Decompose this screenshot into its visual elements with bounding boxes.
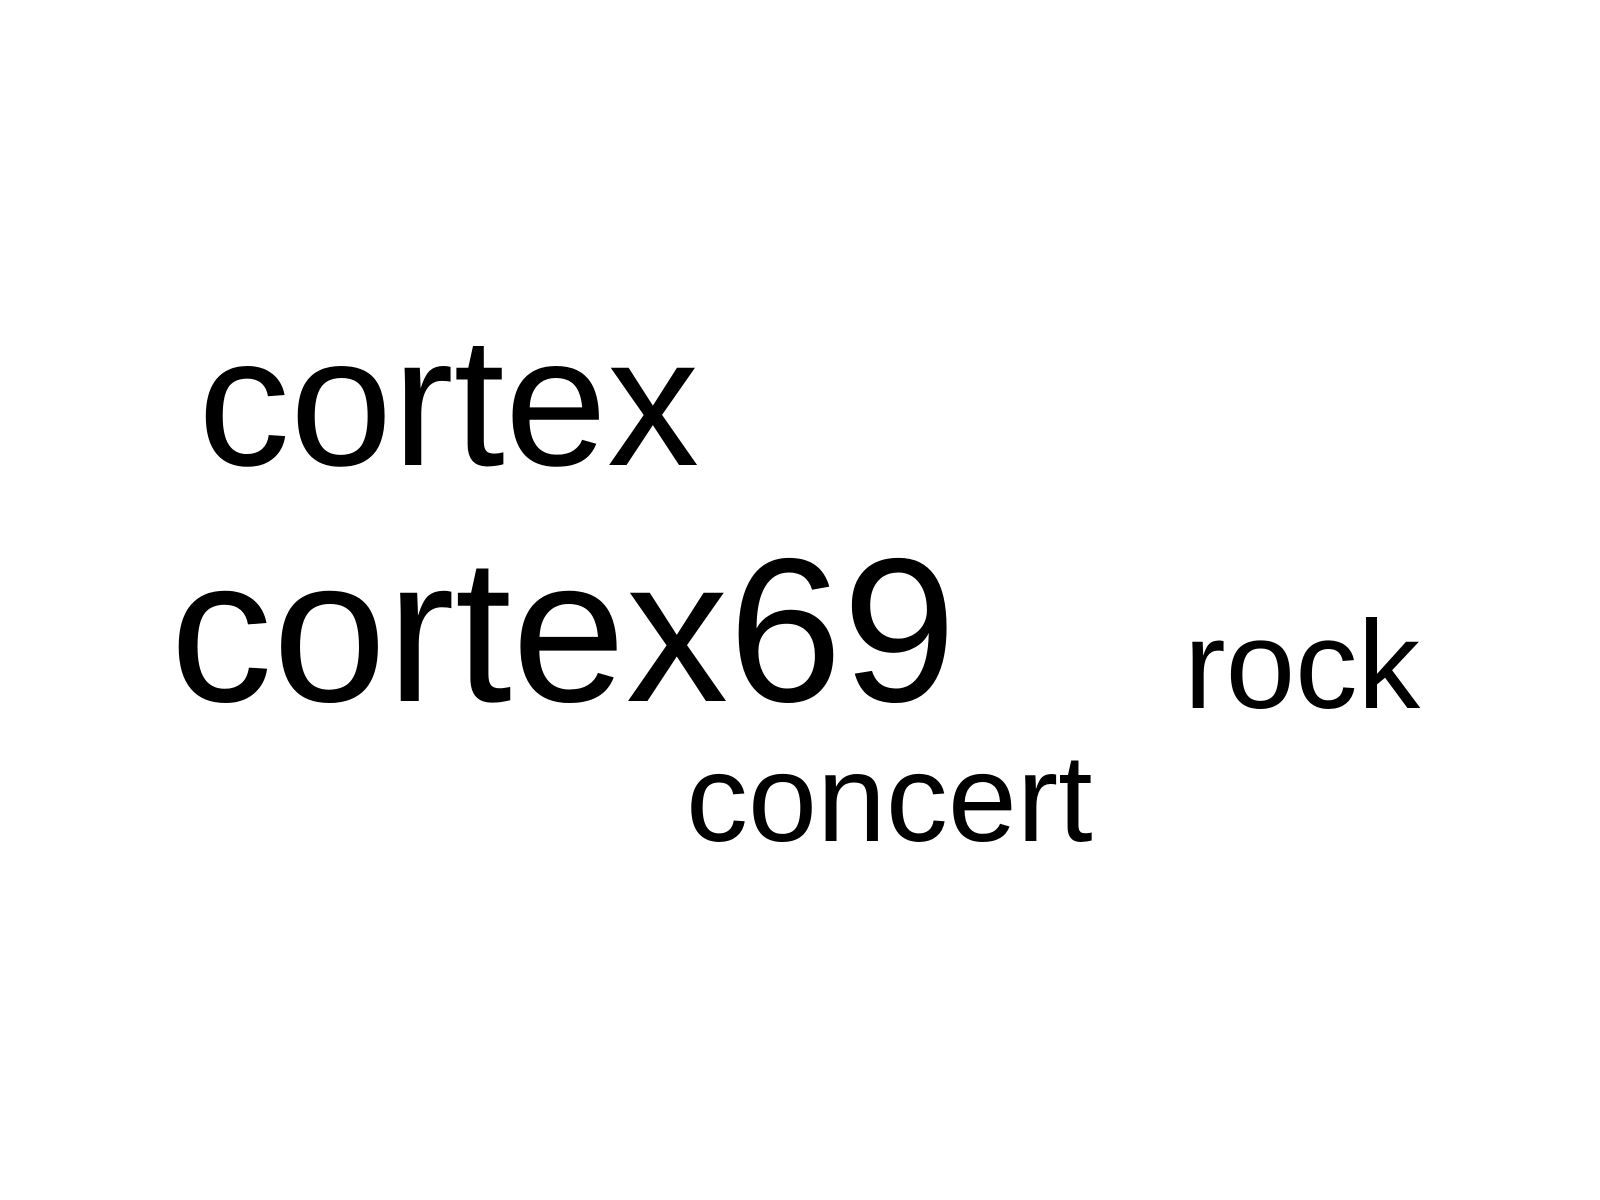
word-canvas: cortex cortex69 rock concert bbox=[0, 0, 1600, 1200]
word-rock: rock bbox=[1184, 596, 1421, 735]
word-concert: concert bbox=[686, 730, 1093, 868]
word-cortex: cortex bbox=[198, 298, 700, 504]
word-cortex69: cortex69 bbox=[170, 516, 957, 745]
